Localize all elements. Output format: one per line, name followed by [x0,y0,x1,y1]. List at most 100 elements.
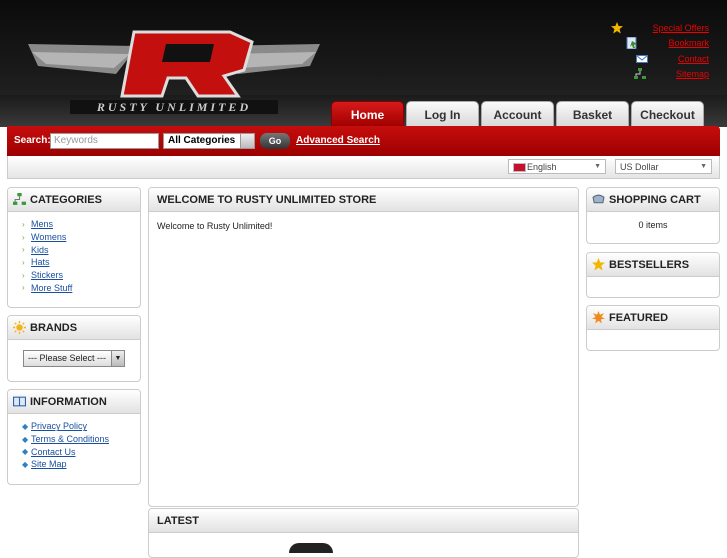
top-links: Special Offers Bookmark Contact Sitemap [610,20,709,83]
search-label: Search: [14,135,51,146]
shopping-cart-title: SHOPPING CART [609,193,701,206]
toplink-sitemap[interactable]: Sitemap [611,67,709,83]
tab-checkout[interactable]: Checkout [631,101,704,126]
sitemap-icon [13,193,26,206]
featured-box: FEATURED [586,305,720,351]
toplink-special-offers[interactable]: Special Offers [610,20,709,36]
burst-icon [592,311,605,324]
category-select[interactable]: All Categories [163,133,255,149]
information-title: INFORMATION [30,395,107,408]
latest-header: LATEST [149,509,578,533]
envelope-icon [635,53,648,65]
bestsellers-title: BESTSELLERS [609,258,690,271]
currency-select[interactable]: US Dollar ▼ [615,159,712,174]
site-header: RUSTY UNLIMITED Special Offers Bookmark … [0,0,727,127]
cart-icon [592,193,605,206]
chevron-down-icon: ▼ [700,163,707,170]
bullet-icon: › [22,283,25,293]
chevron-down-icon: ▼ [594,163,601,170]
bullet-icon: ◆ [22,421,29,431]
category-select-value: All Categories [168,135,236,146]
latest-box: LATEST [148,508,579,558]
brand-select[interactable]: --- Please Select --- ▼ [23,350,125,367]
category-link[interactable]: Kids [31,245,49,255]
bookmark-icon [626,36,638,50]
star-icon [610,21,623,34]
list-item: ◆ Privacy Policy [22,420,140,433]
bestsellers-header: BESTSELLERS [587,253,719,277]
tab-home[interactable]: Home [331,101,404,126]
shopping-cart-box: SHOPPING CART 0 items [586,187,720,244]
info-link[interactable]: Terms & Conditions [31,434,109,444]
brand-select-value: --- Please Select --- [28,353,107,363]
chevron-down-icon [240,134,254,148]
list-item: › Womens [22,231,140,244]
list-item: ◆ Terms & Conditions [22,433,140,446]
toplink-contact[interactable]: Contact [611,51,709,67]
language-value: English [527,162,557,172]
featured-title: FEATURED [609,311,669,324]
search-input[interactable]: Keywords [50,133,159,149]
bullet-icon: ◆ [22,459,29,469]
cart-status: 0 items [638,220,668,230]
category-link[interactable]: More Stuff [31,283,72,293]
list-item: › Hats [22,256,140,269]
list-item: › More Stuff [22,281,140,294]
contact-link[interactable]: Contact [678,54,709,64]
welcome-box: WELCOME TO RUSTY UNLIMITED STORE Welcome… [148,187,579,507]
information-list: ◆ Privacy Policy ◆ Terms & Conditions ◆ Con… [8,420,140,471]
categories-box: CATEGORIES › Mens › Womens › Kids › Hats › St… [7,187,141,308]
brands-title: BRANDS [30,321,78,334]
bullet-icon: ◆ [22,434,29,444]
list-item: › Mens [22,218,140,231]
sitemap-icon [633,68,646,80]
info-link[interactable]: Contact Us [31,447,76,457]
brands-header: BRANDS [8,316,140,340]
bookmark-link[interactable]: Bookmark [668,38,709,48]
logo-text: RUSTY UNLIMITED [96,100,251,114]
locale-bar: English ▼ US Dollar ▼ [7,156,720,179]
toplink-bookmark[interactable]: Bookmark [611,36,709,52]
currency-value: US Dollar [620,162,659,172]
info-link[interactable]: Site Map [31,459,67,469]
tab-basket[interactable]: Basket [556,101,629,126]
welcome-title: WELCOME TO RUSTY UNLIMITED STORE [157,193,377,206]
bullet-icon: › [22,270,25,280]
language-select[interactable]: English ▼ [508,159,606,174]
sitemap-link[interactable]: Sitemap [676,69,709,79]
bullet-icon: › [22,219,25,229]
bullet-icon: › [22,245,25,255]
tab-account[interactable]: Account [481,101,554,126]
tab-log-in[interactable]: Log In [406,101,479,126]
bullet-icon: › [22,257,25,267]
welcome-text: Welcome to Rusty Unlimited! [157,221,273,231]
sun-icon [13,321,26,334]
shopping-cart-header: SHOPPING CART [587,188,719,212]
category-link[interactable]: Mens [31,219,53,229]
categories-title: CATEGORIES [30,193,102,206]
featured-header: FEATURED [587,306,719,330]
list-item: ◆ Site Map [22,458,140,471]
category-link[interactable]: Womens [31,232,66,242]
brands-box: BRANDS --- Please Select --- ▼ [7,315,141,382]
bullet-icon: › [22,232,25,242]
special-offers-link[interactable]: Special Offers [653,23,709,33]
uk-flag-icon [513,163,526,172]
main-nav-tabs: Home Log In Account Basket Checkout [331,101,706,126]
list-item: › Kids [22,243,140,256]
info-link[interactable]: Privacy Policy [31,421,87,431]
advanced-search-link[interactable]: Advanced Search [296,135,380,146]
search-bar: Search: Keywords All Categories Go Advan… [7,126,720,156]
information-header: INFORMATION [8,390,140,414]
search-go-button[interactable]: Go [260,133,290,149]
chevron-down-icon: ▼ [111,351,124,366]
bestsellers-box: BESTSELLERS [586,252,720,298]
bullet-icon: ◆ [22,447,29,457]
category-link[interactable]: Hats [31,257,50,267]
categories-header: CATEGORIES [8,188,140,212]
list-item: › Stickers [22,269,140,282]
star-icon [592,258,605,271]
information-box: INFORMATION ◆ Privacy Policy ◆ Terms & Con… [7,389,141,485]
category-link[interactable]: Stickers [31,270,63,280]
site-logo[interactable]: RUSTY UNLIMITED [18,22,330,122]
